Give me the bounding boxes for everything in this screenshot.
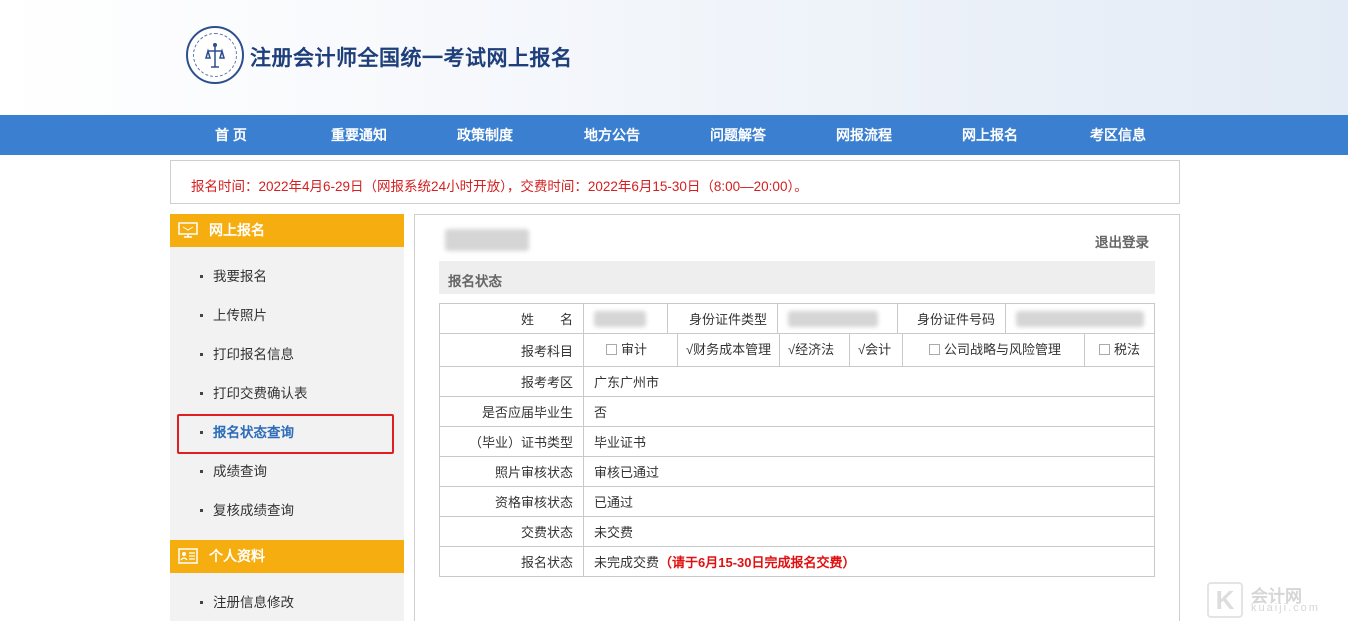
status-text: 未完成交费 [594, 555, 660, 570]
id-number-value [1005, 303, 1155, 334]
table-row: 交费状态 未交费 [439, 516, 1155, 547]
certificate-type-label: （毕业）证书类型 [439, 426, 584, 457]
nav-policies[interactable]: 政策制度 [435, 115, 535, 155]
table-row: 姓 名 身份证件类型 身份证件号码 [439, 303, 1155, 334]
table-row: 报考科目 审计 √财务成本管理 √经济法 √会计 公司战略与风险管理 税法 [439, 333, 1155, 367]
exam-area-value: 广东广州市 [583, 366, 1155, 397]
checkbox-icon [1099, 344, 1110, 356]
sidebar-item-print-info[interactable]: 打印报名信息 [200, 345, 294, 365]
sidebar-item-status-query[interactable]: 报名状态查询 [200, 423, 294, 443]
photo-review-label: 照片审核状态 [439, 456, 584, 487]
main-nav: 首 页 重要通知 政策制度 地方公告 问题解答 网报流程 网上报名 考区信息 [0, 115, 1348, 155]
nav-notices[interactable]: 重要通知 [309, 115, 409, 155]
payment-status-value: 未交费 [583, 516, 1155, 547]
sidebar-item-register[interactable]: 我要报名 [200, 267, 267, 287]
sidebar: 网上报名 我要报名 上传照片 打印报名信息 打印交费确认表 报名状态查询 成绩查… [170, 214, 404, 621]
id-type-value [777, 303, 898, 334]
nav-online-registration[interactable]: 网上报名 [940, 115, 1040, 155]
registration-status-table: 姓 名 身份证件类型 身份证件号码 报考科目 审计 √财务成本管理 √经济法 √… [439, 303, 1155, 577]
sidebar-item-print-payment-form[interactable]: 打印交费确认表 [200, 384, 308, 404]
sidebar-section-title: 个人资料 [209, 548, 265, 564]
section-header: 报名状态 [439, 261, 1155, 294]
subjects-label: 报考科目 [439, 333, 584, 367]
nav-faq[interactable]: 问题解答 [688, 115, 788, 155]
subject-tax-law: 税法 [1085, 334, 1155, 366]
photo-review-value: 审核已通过 [583, 456, 1155, 487]
id-number-label: 身份证件号码 [897, 303, 1006, 334]
qualification-review-label: 资格审核状态 [439, 486, 584, 517]
table-row: 报名状态 未完成交费（请于6月15-30日完成报名交费） [439, 546, 1155, 577]
table-row: 资格审核状态 已通过 [439, 486, 1155, 517]
notice-bar: 报名时间：2022年4月6-29日（网报系统24小时开放），交费时间：2022年… [170, 160, 1180, 204]
logout-link[interactable]: 退出登录 [1095, 231, 1149, 251]
watermark-domain: kuaiji.com [1251, 602, 1320, 614]
registration-status-label: 报名状态 [439, 546, 584, 577]
nav-exam-area-info[interactable]: 考区信息 [1068, 115, 1168, 155]
name-label: 姓 名 [439, 303, 584, 334]
nav-local-announcements[interactable]: 地方公告 [562, 115, 662, 155]
section-title: 报名状态 [448, 274, 502, 289]
exam-area-label: 报考考区 [439, 366, 584, 397]
name-value [583, 303, 668, 334]
monitor-icon [178, 222, 198, 238]
site-header: 注册会计师全国统一考试网上报名 [0, 0, 1348, 115]
redacted-id-number [1016, 310, 1144, 327]
table-row: 是否应届毕业生 否 [439, 396, 1155, 427]
main-panel: 退出登录 报名状态 姓 名 身份证件类型 身份证件号码 报考科目 审计 √财务成… [414, 214, 1180, 621]
sidebar-item-upload-photo[interactable]: 上传照片 [200, 306, 267, 326]
table-row: 报考考区 广东广州市 [439, 366, 1155, 397]
table-row: 照片审核状态 审核已通过 [439, 456, 1155, 487]
sidebar-section-profile: 个人资料 [170, 540, 404, 573]
checkbox-icon [606, 344, 617, 356]
subject-financial-cost-management: √财务成本管理 [678, 334, 780, 366]
sidebar-section-registration: 网上报名 [170, 214, 404, 247]
fresh-graduate-label: 是否应届毕业生 [439, 396, 584, 427]
id-card-icon [178, 548, 198, 564]
subject-audit: 审计 [584, 334, 678, 366]
certificate-type-value: 毕业证书 [583, 426, 1155, 457]
sidebar-item-edit-profile[interactable]: 注册信息修改 [200, 593, 294, 613]
subjects-cell: 审计 √财务成本管理 √经济法 √会计 公司战略与风险管理 税法 [583, 333, 1155, 367]
redacted-id-type [788, 310, 878, 327]
qualification-review-value: 已通过 [583, 486, 1155, 517]
notice-text: 报名时间：2022年4月6-29日（网报系统24小时开放），交费时间：2022年… [191, 179, 808, 194]
redacted-name [594, 310, 646, 327]
sidebar-item-score-query[interactable]: 成绩查询 [200, 462, 267, 482]
payment-reminder: （请于6月15-30日完成报名交费） [659, 555, 856, 570]
nav-home[interactable]: 首 页 [181, 115, 281, 155]
watermark-logo-icon: K [1207, 582, 1243, 618]
checkbox-icon [929, 344, 940, 356]
subject-economic-law: √经济法 [780, 334, 850, 366]
subject-strategy-risk-management: 公司战略与风险管理 [903, 334, 1085, 366]
site-title: 注册会计师全国统一考试网上报名 [250, 47, 573, 70]
sidebar-item-review-score-query[interactable]: 复核成绩查询 [200, 501, 294, 521]
table-row: （毕业）证书类型 毕业证书 [439, 426, 1155, 457]
fresh-graduate-value: 否 [583, 396, 1155, 427]
registration-status-value: 未完成交费（请于6月15-30日完成报名交费） [583, 546, 1155, 577]
subject-accounting: √会计 [850, 334, 903, 366]
kuaiji-watermark: K 会计网 kuaiji.com [1207, 582, 1347, 618]
cicpa-logo-icon [186, 26, 244, 84]
redacted-username [445, 229, 529, 251]
payment-status-label: 交费状态 [439, 516, 584, 547]
nav-process[interactable]: 网报流程 [814, 115, 914, 155]
sidebar-section-title: 网上报名 [209, 222, 265, 238]
id-type-label: 身份证件类型 [667, 303, 778, 334]
